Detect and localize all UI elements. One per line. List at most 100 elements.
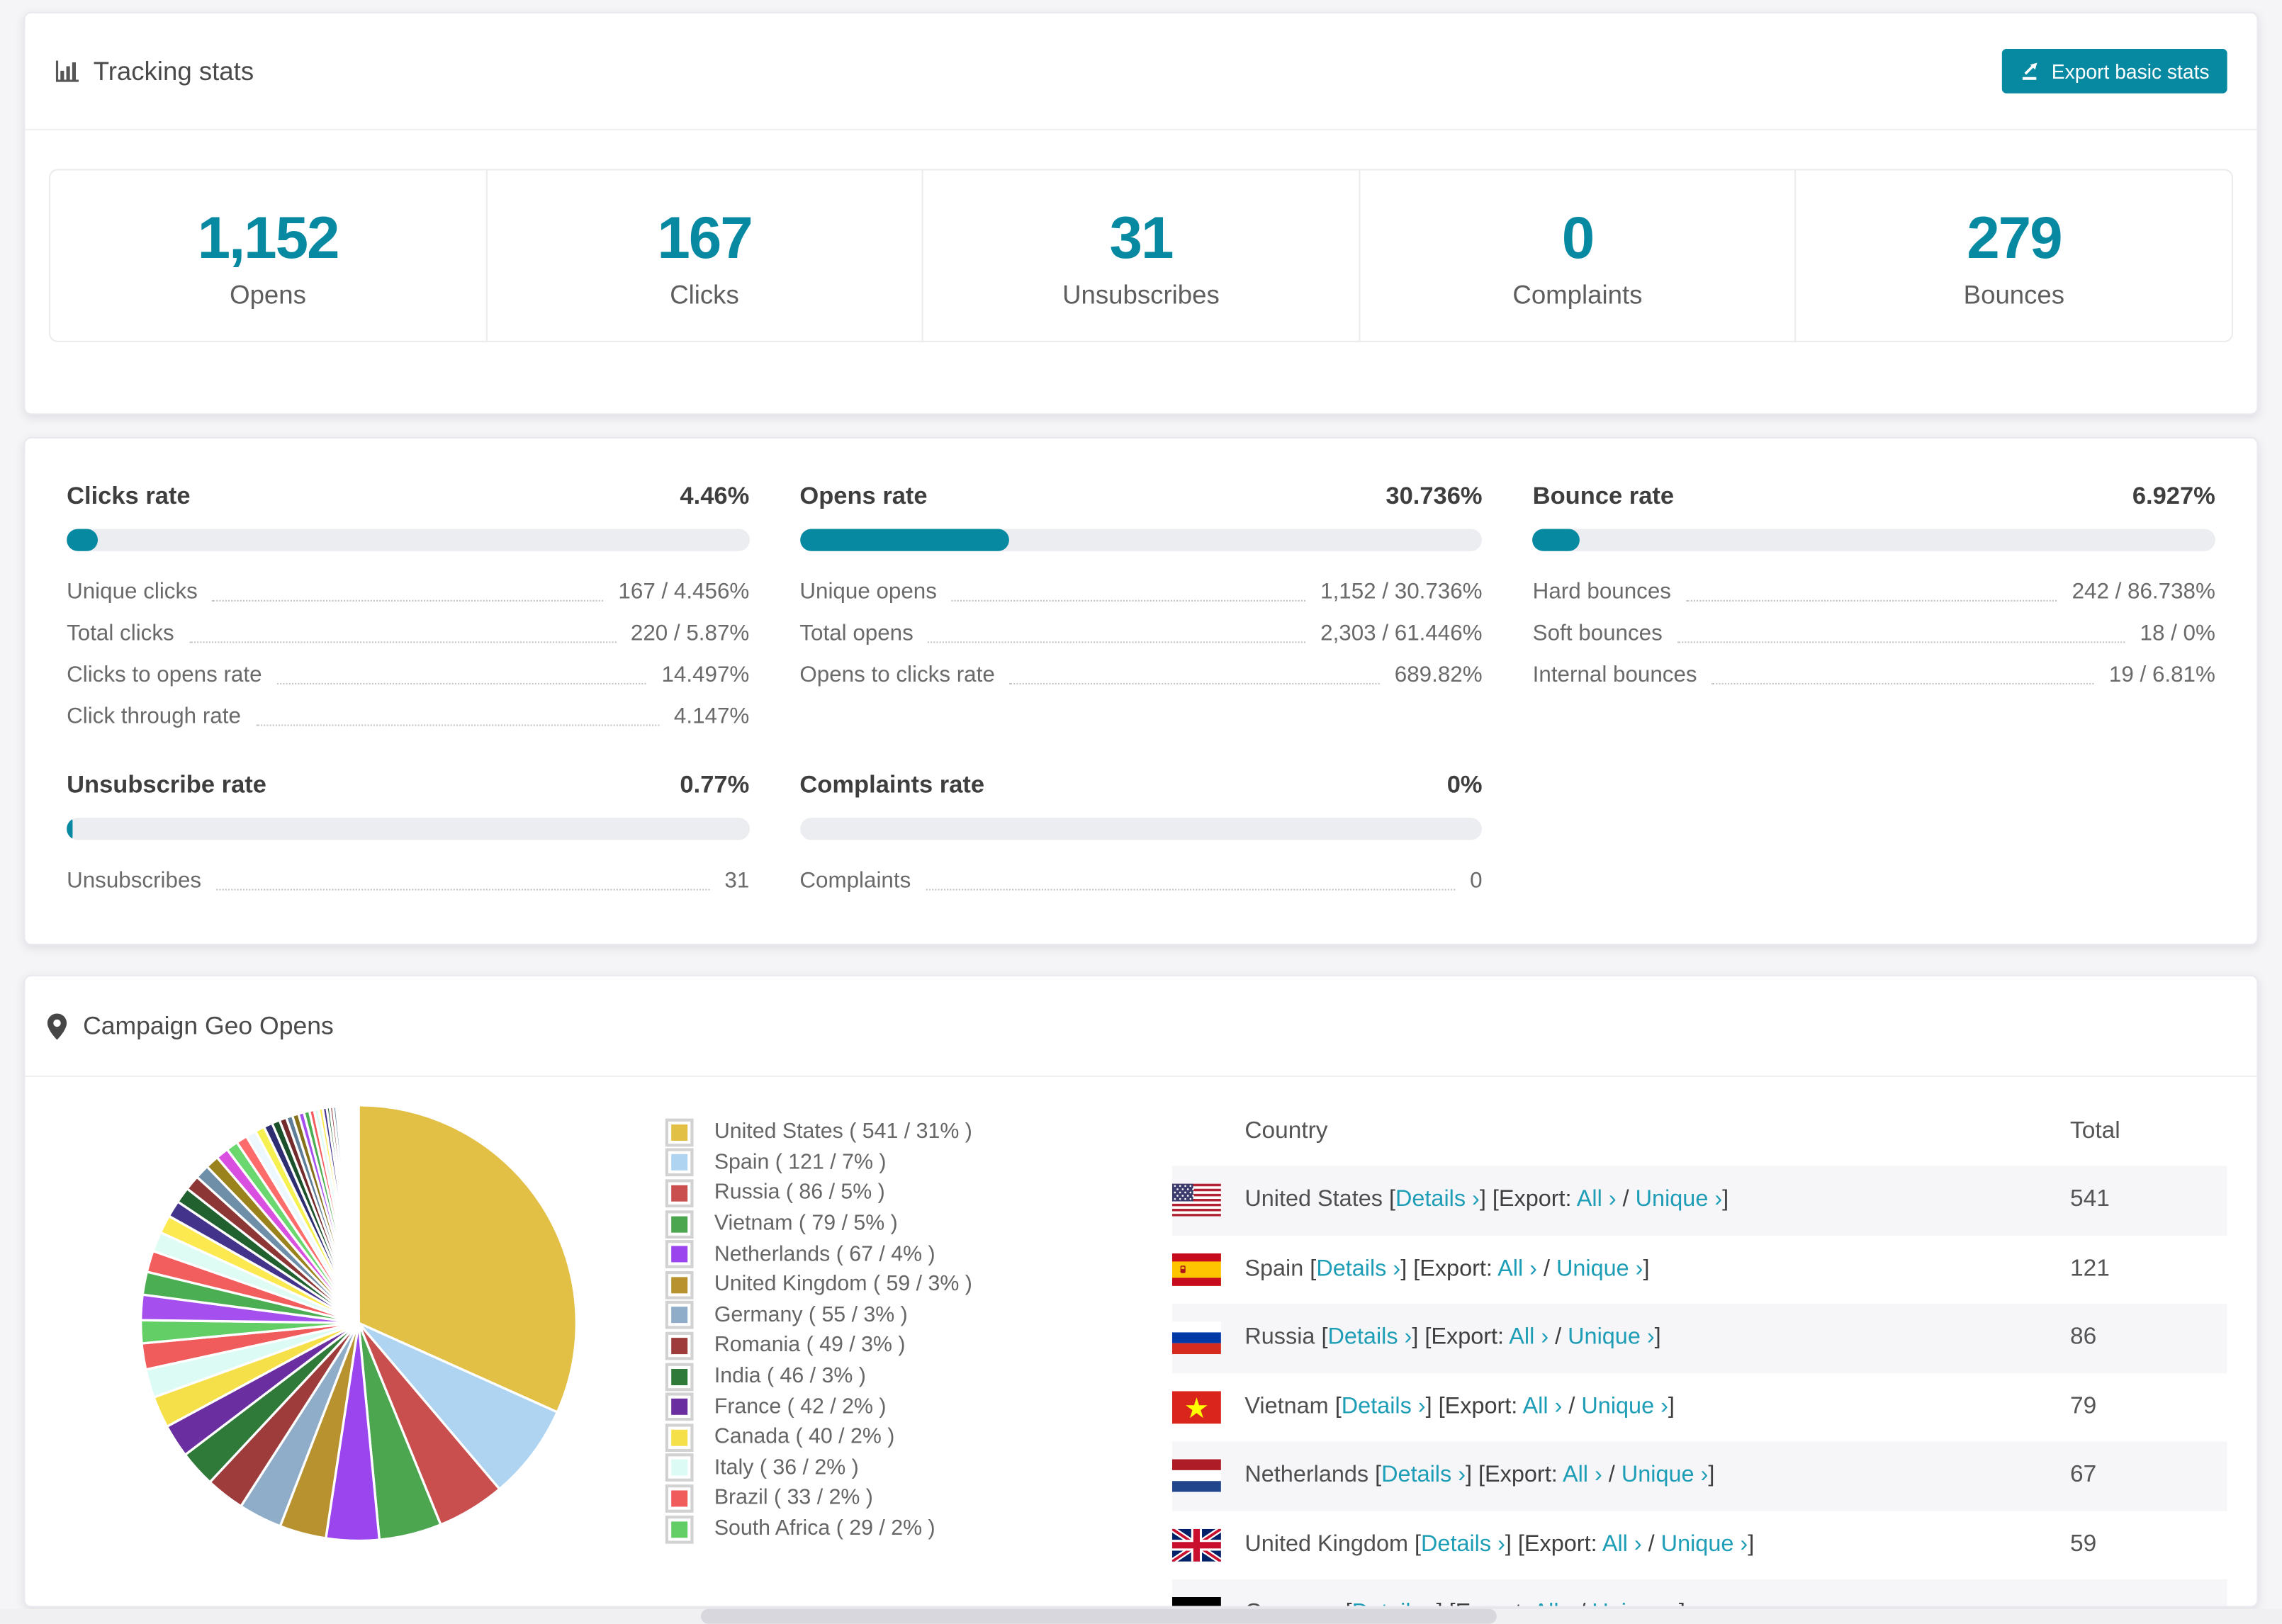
details-link[interactable]: Details ›: [1352, 1601, 1437, 1606]
rate-detail-row: Unique clicks 167 / 4.456%: [67, 572, 749, 614]
rates-grid: Clicks rate 4.46% Unique clicks 167 / 4.456…: [26, 439, 2257, 902]
rate-detail-row: Internal bounces 19 / 6.81%: [1533, 655, 2215, 697]
rate-detail-row: Total clicks 220 / 5.87%: [67, 614, 749, 655]
rate-title: Unsubscribe rate: [67, 772, 266, 799]
legend-item: South Africa ( 29 / 2% ): [665, 1513, 1006, 1544]
export-all-link[interactable]: All ›: [1509, 1325, 1548, 1350]
ru-flag-icon: [1171, 1321, 1221, 1355]
details-link[interactable]: Details ›: [1381, 1462, 1466, 1488]
detail-label: Soft bounces: [1532, 621, 1663, 646]
export-unique-link[interactable]: Unique ›: [1621, 1462, 1709, 1488]
detail-value: 4.147%: [673, 704, 750, 729]
total-cell: 79: [2070, 1394, 2097, 1419]
de-flag-icon: [1171, 1597, 1221, 1606]
scrollbar-thumb[interactable]: [700, 1608, 1497, 1624]
legend-swatch: [665, 1149, 694, 1177]
export-unique-link[interactable]: Unique ›: [1636, 1187, 1723, 1212]
tracking-stats-header: Tracking stats Export basic stats: [25, 13, 2257, 131]
export-unique-link[interactable]: Unique ›: [1592, 1601, 1679, 1606]
rate-value: 0%: [1446, 772, 1483, 799]
geo-table-row: United States [Details ›] [Export: All ›…: [1171, 1166, 2227, 1235]
export-all-link[interactable]: All ›: [1534, 1601, 1573, 1606]
details-link[interactable]: Details ›: [1316, 1256, 1400, 1282]
details-link[interactable]: Details ›: [1395, 1187, 1480, 1212]
summary-stats-row: 1,152 Opens 167 Clicks 31 Unsubscribes 0 Compla…: [49, 169, 2233, 342]
export-unique-link[interactable]: Unique ›: [1556, 1256, 1643, 1282]
stat-label: Opens: [230, 280, 306, 310]
rates-card: Clicks rate 4.46% Unique clicks 167 / 4.456…: [23, 436, 2259, 945]
stat-label: Bounces: [1963, 280, 2065, 310]
detail-label: Click through rate: [67, 704, 241, 729]
horizontal-scrollbar[interactable]: [0, 1608, 2282, 1624]
total-cell: 86: [2070, 1324, 2097, 1350]
detail-value: 14.497%: [661, 662, 750, 688]
legend-label: United Kingdom ( 59 / 3% ): [714, 1273, 972, 1297]
bar-chart-icon: [55, 59, 80, 84]
legend-label: Italy ( 36 / 2% ): [714, 1456, 859, 1480]
country-cell: Russia [Details ›] [Export: All › / Uniq…: [1244, 1324, 1661, 1350]
rate-progress-fill: [67, 529, 98, 551]
legend-label: Germany ( 55 / 3% ): [714, 1303, 908, 1328]
country-cell: United States [Details ›] [Export: All ›…: [1244, 1187, 1729, 1212]
legend-swatch: [665, 1301, 694, 1330]
legend-swatch: [665, 1392, 694, 1421]
export-button-label: Export basic stats: [2051, 60, 2210, 83]
dotted-leader: [1009, 682, 1380, 684]
export-all-link[interactable]: All ›: [1577, 1187, 1617, 1212]
details-link[interactable]: Details ›: [1327, 1325, 1412, 1350]
export-unique-link[interactable]: Unique ›: [1568, 1325, 1655, 1350]
legend-item: Netherlands ( 67 / 4% ): [665, 1239, 1006, 1270]
geo-content: United States ( 541 / 31% ) Spain ( 121 /…: [26, 1077, 2257, 1606]
stat-cell: 1,152 Opens: [50, 170, 485, 340]
geo-table-row: Spain [Details ›] [Export: All › / Uniqu…: [1171, 1235, 2227, 1304]
detail-value: 31: [724, 868, 750, 893]
rate-detail-row: Clicks to opens rate 14.497%: [67, 655, 749, 697]
legend-item: United Kingdom ( 59 / 3% ): [665, 1270, 1006, 1300]
dotted-leader: [189, 641, 616, 643]
rate-panel: Unsubscribe rate 0.77% Unsubscribes 31: [67, 772, 750, 902]
stat-value: 167: [657, 205, 753, 271]
export-unique-link[interactable]: Unique ›: [1581, 1394, 1668, 1419]
tracking-stats-card: Tracking stats Export basic stats 1,152 O…: [23, 11, 2259, 415]
rate-detail-row: Click through rate 4.147%: [67, 697, 749, 738]
rate-progress-track: [799, 818, 1483, 840]
detail-value: 220 / 5.87%: [630, 621, 750, 646]
geo-table-row: Russia [Details ›] [Export: All › / Uniq…: [1171, 1303, 2227, 1373]
detail-label: Hard bounces: [1532, 579, 1671, 605]
export-basic-stats-button[interactable]: Export basic stats: [2002, 49, 2227, 94]
legend-swatch: [665, 1270, 694, 1299]
export-all-link[interactable]: All ›: [1602, 1531, 1642, 1557]
stat-label: Complaints: [1512, 280, 1643, 310]
tracking-stats-title-text: Tracking stats: [93, 55, 254, 86]
dotted-leader: [926, 889, 1456, 891]
details-link[interactable]: Details ›: [1421, 1531, 1505, 1557]
dotted-leader: [1685, 599, 2057, 602]
export-all-link[interactable]: All ›: [1523, 1394, 1563, 1419]
legend-item: Russia ( 86 / 5% ): [665, 1178, 1006, 1209]
total-cell: 59: [2070, 1531, 2097, 1557]
country-name: Vietnam: [1244, 1394, 1329, 1419]
rate-title: Clicks rate: [67, 483, 191, 510]
legend-item: France ( 42 / 2% ): [665, 1392, 1006, 1422]
rate-value: 6.927%: [2132, 483, 2215, 510]
export-all-link[interactable]: All ›: [1563, 1462, 1602, 1488]
detail-label: Total opens: [799, 621, 914, 646]
vn-flag-icon: [1171, 1390, 1221, 1423]
nl-flag-icon: [1171, 1460, 1221, 1493]
stat-label: Clicks: [670, 280, 739, 310]
details-link[interactable]: Details ›: [1342, 1394, 1426, 1419]
detail-label: Unique clicks: [67, 579, 198, 605]
es-flag-icon: [1171, 1253, 1221, 1286]
rate-value: 0.77%: [680, 772, 750, 799]
rate-title: Opens rate: [799, 483, 928, 510]
legend-swatch: [665, 1362, 694, 1391]
legend-label: Brazil ( 33 / 2% ): [714, 1487, 873, 1511]
export-unique-link[interactable]: Unique ›: [1661, 1531, 1748, 1557]
country-cell: Spain [Details ›] [Export: All › / Uniqu…: [1244, 1256, 1650, 1282]
legend-label: India ( 46 / 3% ): [714, 1364, 866, 1389]
legend-swatch: [665, 1514, 694, 1543]
export-all-link[interactable]: All ›: [1497, 1256, 1537, 1282]
geo-table-header: Country Total: [1172, 1098, 2227, 1166]
detail-value: 1,152 / 30.736%: [1320, 579, 1483, 605]
country-name: Russia: [1244, 1324, 1315, 1350]
